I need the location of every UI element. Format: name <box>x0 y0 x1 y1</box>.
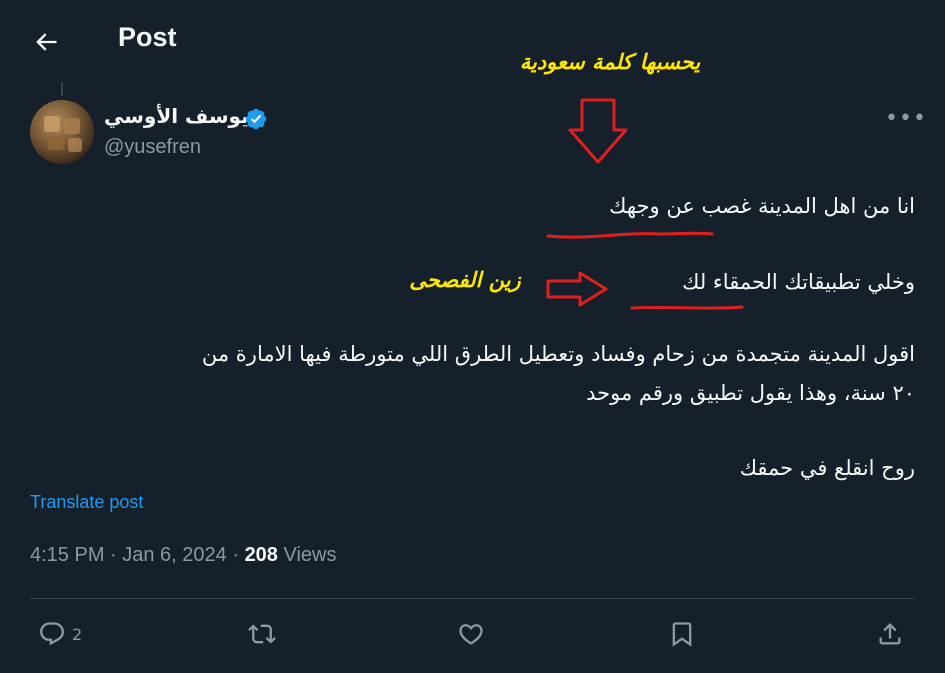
bookmark-button[interactable] <box>668 620 696 648</box>
reply-button[interactable]: 2 <box>38 620 82 648</box>
reply-icon <box>40 622 64 646</box>
repost-button[interactable] <box>248 620 276 648</box>
tweet-text-line: روح انقلع في حمقك <box>739 456 915 480</box>
post-metadata: 4:15 PM · Jan 6, 2024 · 208 Views <box>30 544 336 567</box>
right-arrow-annotation <box>546 271 608 307</box>
tweet-text-line: ٢٠ سنة، وهذا يقول تطبيق ورقم موحد <box>586 381 915 405</box>
down-arrow-annotation <box>568 98 628 164</box>
reply-count: 2 <box>72 624 83 644</box>
heart-icon <box>459 624 483 645</box>
divider <box>30 598 915 599</box>
translate-post-link[interactable]: Translate post <box>30 492 143 513</box>
share-button[interactable] <box>876 620 904 648</box>
like-button[interactable] <box>457 620 485 648</box>
underline-line1 <box>546 231 714 239</box>
post-timestamp[interactable]: 4:15 PM · Jan 6, 2024 · <box>30 544 245 566</box>
views-label: Views <box>277 544 337 566</box>
tweet-text-line: انا من اهل المدينة غصب عن وجهك <box>609 194 915 218</box>
share-icon <box>879 623 901 645</box>
underline-line2 <box>630 305 744 310</box>
bookmark-icon <box>672 622 692 647</box>
tweet-text-line: وخلي تطبيقاتك الحمقاء لك <box>682 270 915 294</box>
views-count: 208 <box>244 544 278 566</box>
annotation-markup <box>546 98 744 310</box>
tweet-text-line: اقول المدينة متجمدة من زحام وفساد وتعطيل… <box>201 342 915 366</box>
repost-icon <box>248 624 276 644</box>
